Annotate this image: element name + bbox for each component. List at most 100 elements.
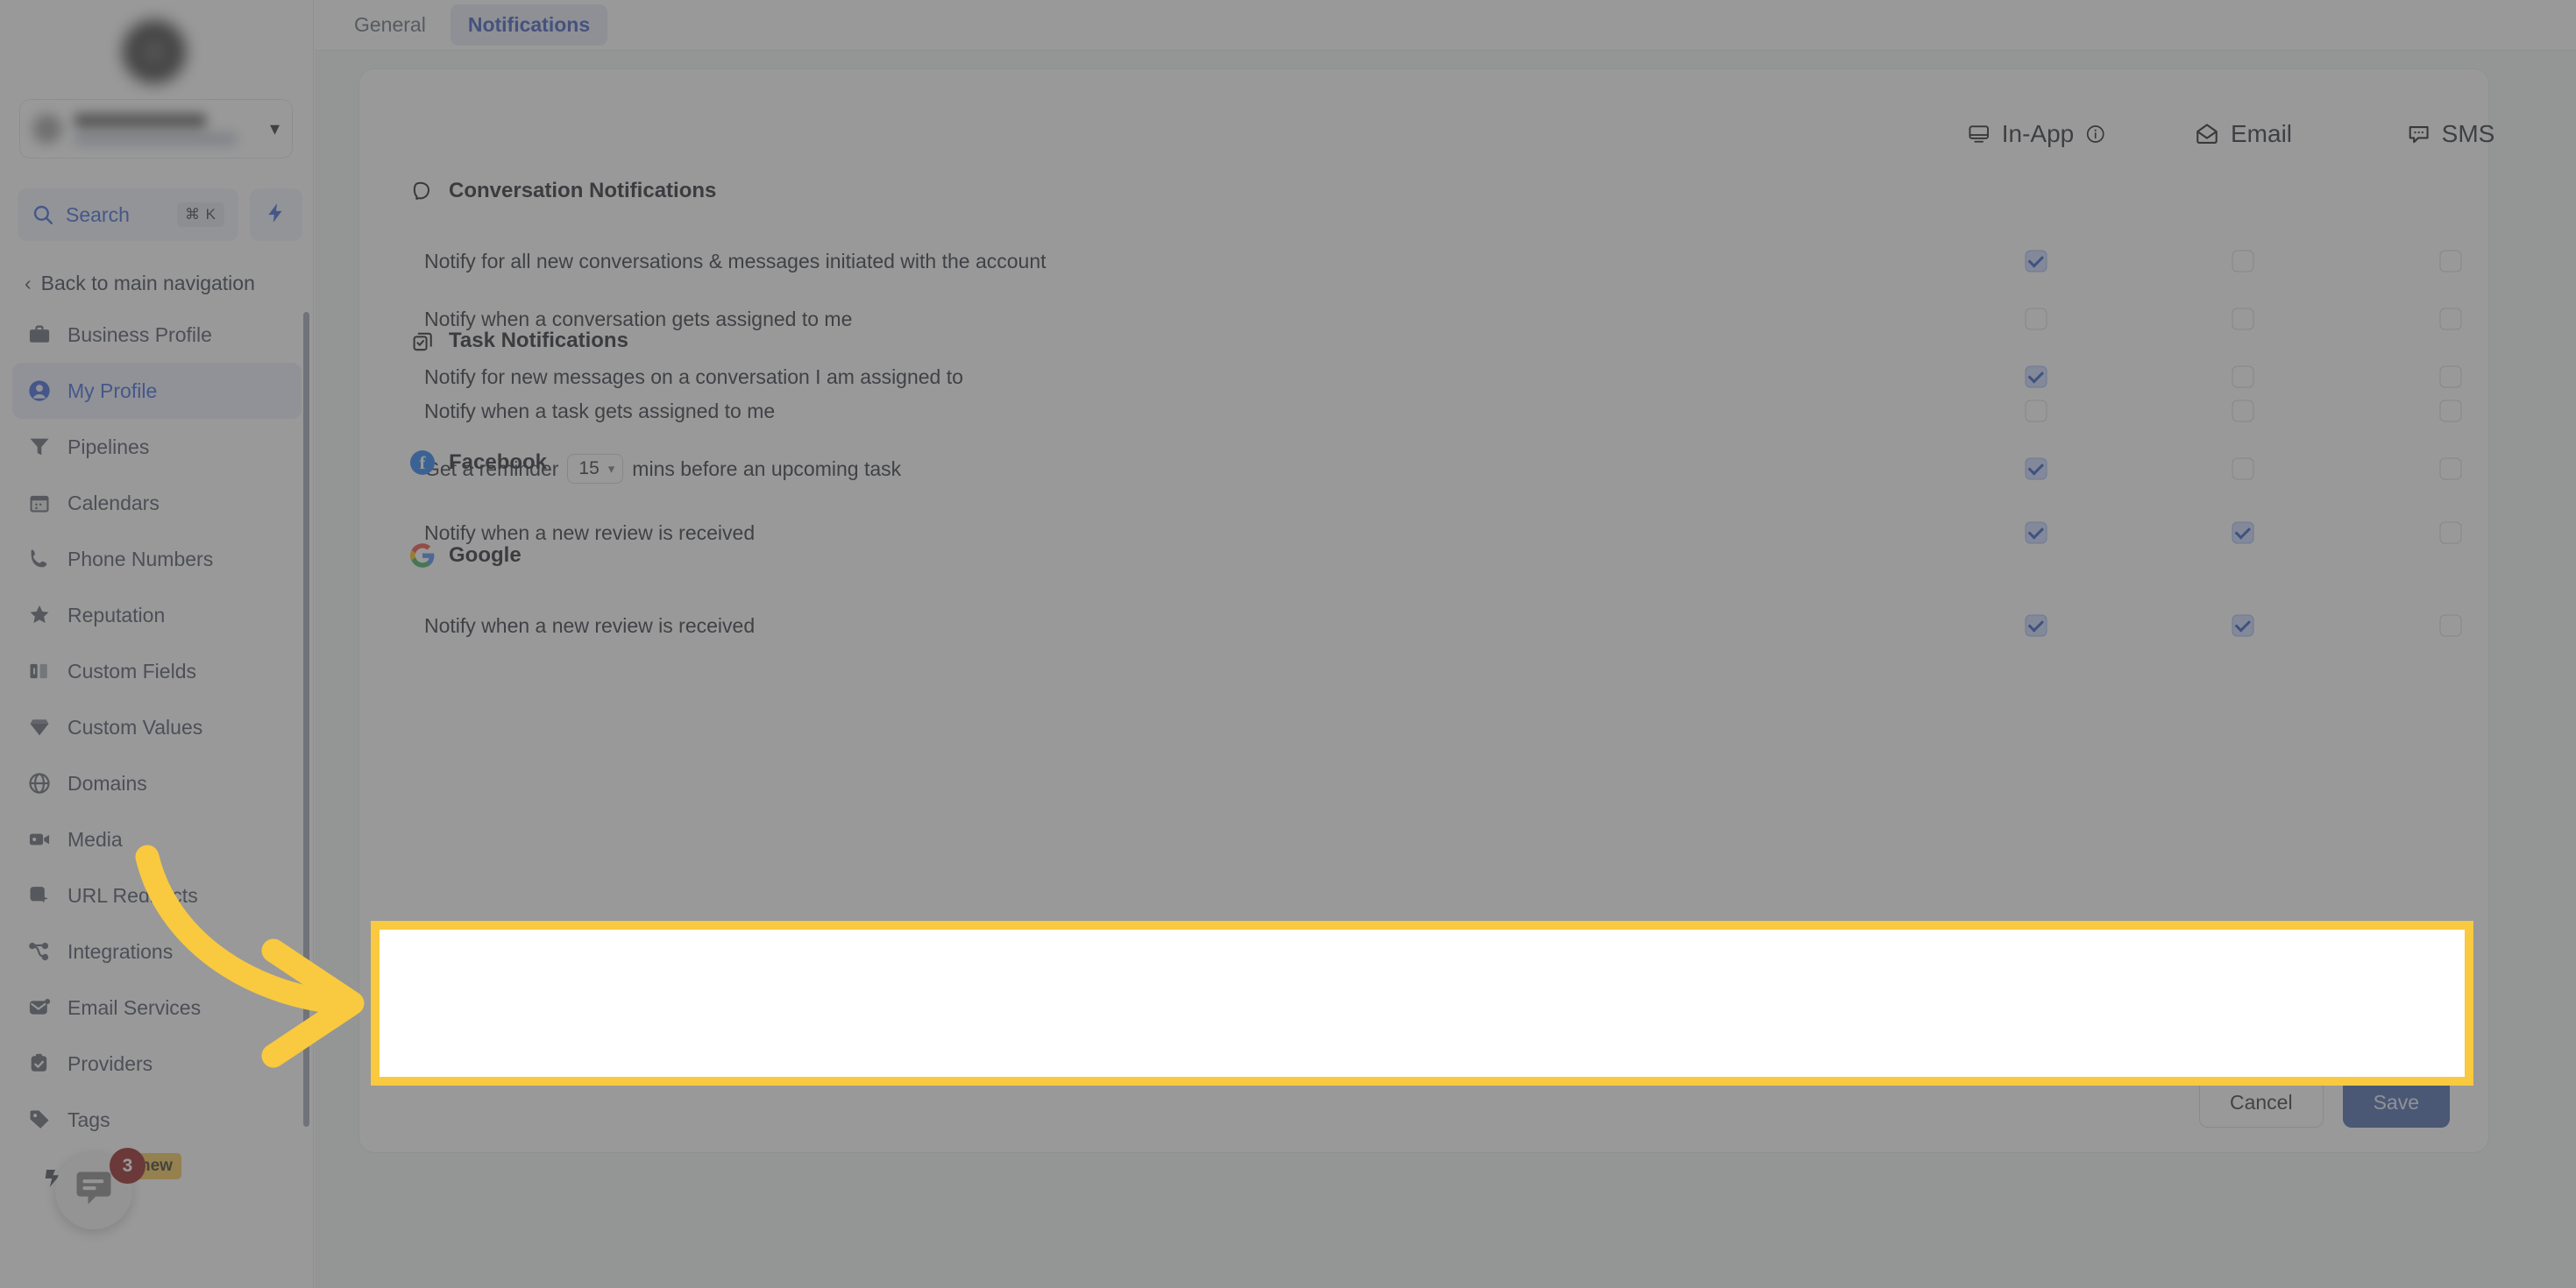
column-header-label: SMS xyxy=(2441,120,2495,147)
sidebar-item-custom-fields[interactable]: Custom Fields xyxy=(12,643,302,699)
row-label: Notify for all new conversations & messa… xyxy=(359,250,1047,273)
sidebar-item-business-profile[interactable]: Business Profile xyxy=(12,307,302,363)
sidebar-item-url-redirects[interactable]: URL Redirects xyxy=(12,867,302,924)
sidebar-item-label: Integrations xyxy=(67,939,174,963)
checkbox-in-app[interactable] xyxy=(2025,400,2047,422)
sidebar-scrollbar[interactable] xyxy=(303,312,309,1127)
section-header: f Facebook xyxy=(359,444,2488,481)
checkbox-sms[interactable] xyxy=(2439,250,2462,272)
sidebar-item-label: Media xyxy=(67,827,123,851)
chevron-down-icon: ▾ xyxy=(269,117,280,139)
column-header-sms: SMS xyxy=(2407,120,2495,148)
section-title: Facebook xyxy=(449,450,548,474)
user-circle-icon xyxy=(26,378,53,404)
section-title: Task Notifications xyxy=(449,329,628,352)
sidebar-item-media[interactable]: Media xyxy=(12,811,302,867)
sidebar-item-calendars[interactable]: Calendars xyxy=(12,475,302,531)
notification-row: Notify when a new review is received xyxy=(359,597,2488,655)
sidebar-item-tags[interactable]: Tags xyxy=(12,1092,302,1148)
funnel-icon xyxy=(26,434,53,460)
info-icon[interactable] xyxy=(2084,124,2105,145)
sidebar-item-label: My Profile xyxy=(67,379,158,402)
quick-actions-button[interactable] xyxy=(250,188,302,241)
section-header: Task Notifications xyxy=(359,322,2488,359)
tab-general[interactable]: General xyxy=(337,4,444,46)
checkbox-email[interactable] xyxy=(2232,614,2254,637)
content-area: In-App Email SMS Conversation Notification… xyxy=(315,51,2576,1288)
sidebar-item-label: Custom Values xyxy=(67,715,203,739)
sidebar-item-email-services[interactable]: Email Services xyxy=(12,980,302,1036)
row-label-text: Notify when a task gets assigned to me xyxy=(424,399,776,422)
sidebar-item-phone-numbers[interactable]: Phone Numbers xyxy=(12,531,302,587)
sidebar-item-label: Calendars xyxy=(67,491,160,514)
section-title: Google xyxy=(449,543,522,567)
brand-logo-icon xyxy=(123,20,186,83)
section-google: Google Notify when a new review is recei… xyxy=(359,537,2488,655)
row-label-text: Notify when a new review is received xyxy=(424,613,756,637)
cancel-button[interactable]: Cancel xyxy=(2198,1078,2324,1128)
sidebar-item-label: Pipelines xyxy=(67,435,150,458)
sidebar-item-label: Business Profile xyxy=(67,322,212,346)
channel-column-headers: In-App Email SMS xyxy=(359,69,2494,173)
sidebar-search-row: Search ⌘ K xyxy=(18,188,302,241)
checkbox-in-app[interactable] xyxy=(2025,614,2047,637)
gem-icon xyxy=(26,714,53,740)
tab-notifications[interactable]: Notifications xyxy=(450,4,608,46)
chat-unread-badge: 3 xyxy=(110,1148,145,1184)
back-nav-label: Back to main navigation xyxy=(40,272,255,294)
save-button[interactable]: Save xyxy=(2342,1078,2450,1128)
sidebar-item-label: Tags xyxy=(67,1108,110,1131)
row-label: Notify when a task gets assigned to me xyxy=(359,400,775,423)
sidebar-header: ▾ xyxy=(0,0,313,175)
checkbox-in-app[interactable] xyxy=(2025,250,2047,272)
search-input[interactable]: Search ⌘ K xyxy=(18,188,238,241)
section-header: Google xyxy=(359,537,2488,574)
sidebar-item-my-profile[interactable]: My Profile xyxy=(12,363,302,419)
avatar xyxy=(32,114,62,144)
column-header-email: Email xyxy=(2194,120,2292,148)
sidebar-item-label: URL Redirects xyxy=(67,883,198,907)
sidebar-item-label: Email Services xyxy=(67,995,202,1019)
row-label-text: Notify for all new conversations & messa… xyxy=(424,249,1047,272)
facebook-icon: f xyxy=(409,449,436,476)
notifications-panel: In-App Email SMS Conversation Notification… xyxy=(358,68,2494,1153)
sidebar-item-reputation[interactable]: Reputation xyxy=(12,587,302,643)
chat-bubble-icon xyxy=(71,1166,117,1216)
checkbox-email[interactable] xyxy=(2232,400,2254,422)
sidebar-item-pipelines[interactable]: Pipelines xyxy=(12,419,302,475)
back-to-main-navigation[interactable]: ‹ Back to main navigation xyxy=(18,267,262,300)
checkbox-email[interactable] xyxy=(2232,250,2254,272)
sidebar-item-label: Phone Numbers xyxy=(67,547,214,570)
calendar-icon xyxy=(26,490,53,516)
search-label: Search xyxy=(66,202,130,226)
sidebar-item-label: Domains xyxy=(67,771,147,795)
checkbox-sms[interactable] xyxy=(2439,400,2462,422)
sidebar-item-integrations[interactable]: Integrations xyxy=(12,924,302,980)
briefcase-icon xyxy=(26,322,53,348)
envelope-open-icon xyxy=(2194,122,2220,146)
lightning-bolt-icon xyxy=(265,200,287,230)
sidebar-item-domains[interactable]: Domains xyxy=(12,755,302,811)
checkbox-sms[interactable] xyxy=(2439,614,2462,637)
search-shortcut-badge: ⌘ K xyxy=(176,202,224,227)
envelope-dot-icon xyxy=(26,994,53,1021)
section-header: Conversation Notifications xyxy=(359,173,2488,209)
chevron-left-icon: ‹ xyxy=(25,272,32,294)
star-icon xyxy=(26,602,53,628)
cursor-square-icon xyxy=(26,882,53,909)
sidebar-item-custom-values[interactable]: Custom Values xyxy=(12,699,302,755)
notification-row: Notify when a task gets assigned to me xyxy=(359,382,2488,440)
section-title: Conversation Notifications xyxy=(449,179,717,202)
notification-row: Notify for all new conversations & messa… xyxy=(359,232,2488,290)
globe-icon xyxy=(26,770,53,796)
tab-bar: General Notifications xyxy=(315,0,2576,51)
tag-icon xyxy=(26,1107,53,1133)
column-header-label: Email xyxy=(2230,120,2293,147)
sidebar-item-providers[interactable]: Providers xyxy=(12,1036,302,1092)
sidebar-nav-list: Business Profile My Profile Pipelines Calen… xyxy=(12,307,302,1148)
account-switcher[interactable]: ▾ xyxy=(19,99,293,159)
chat-bubble-icon xyxy=(409,178,436,204)
sidebar-item-label: Custom Fields xyxy=(67,659,196,683)
google-icon xyxy=(409,542,436,569)
footer-actions: Cancel Save xyxy=(2198,1078,2450,1128)
